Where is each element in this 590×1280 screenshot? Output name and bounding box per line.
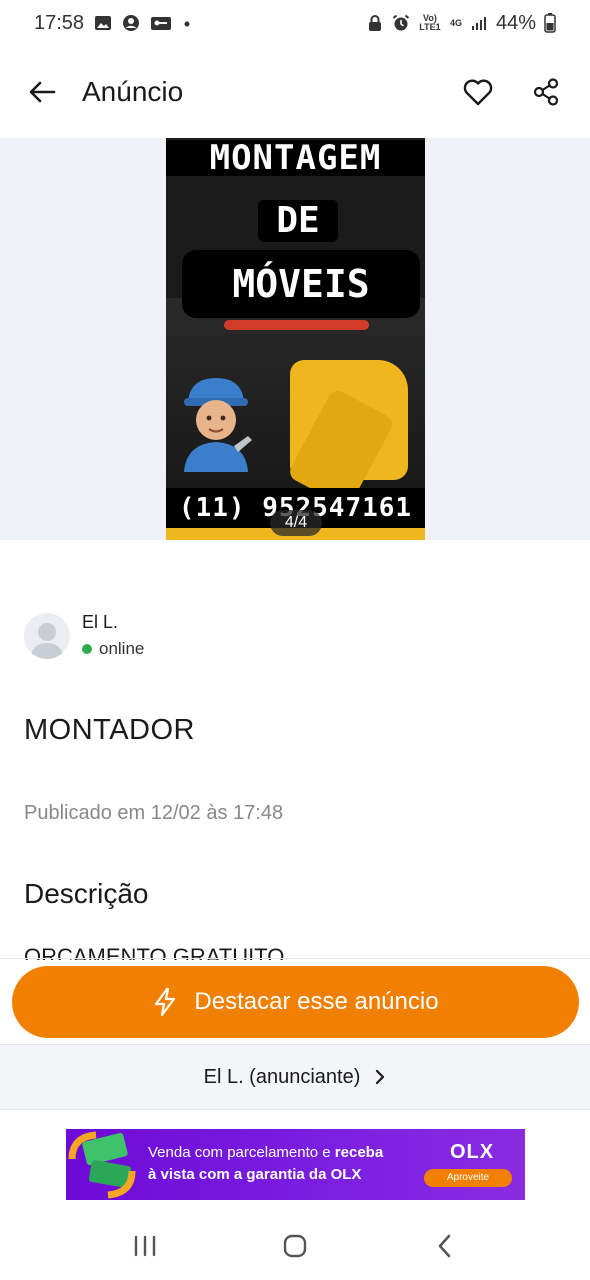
banner-text-bold1: receba: [334, 1144, 384, 1161]
avatar[interactable]: [24, 612, 70, 659]
photo-text-line1: MONTAGEM: [166, 140, 425, 176]
advertiser-label: El L. (anunciante): [203, 1065, 361, 1088]
alarm-icon: [392, 14, 410, 31]
page-title: Anúncio: [82, 76, 184, 107]
seller-status-label: online: [99, 639, 145, 658]
online-dot-icon: [82, 644, 92, 654]
favorite-button[interactable]: [458, 72, 498, 112]
status-bar: 17:58 Vo) LTE1 4G 44%: [0, 0, 590, 46]
published-date: Publicado em 12/02 às 17:48: [24, 802, 284, 824]
recent-apps-icon: [134, 1235, 156, 1257]
seller-status: online: [82, 639, 144, 659]
heart-icon: [463, 79, 493, 106]
aproveite-button[interactable]: Aproveite: [424, 1169, 512, 1187]
lock-icon: [368, 15, 381, 31]
olx-logo-text: OLX: [450, 1141, 495, 1163]
battery-percent: 44%: [495, 11, 536, 34]
share-button[interactable]: [526, 72, 566, 112]
network-label: 4G: [449, 17, 462, 28]
image-gallery[interactable]: MONTAGEM DE MÓVEIS (11) 952547161 4/4: [0, 138, 590, 540]
back-arrow-icon: [29, 81, 56, 103]
recent-apps-button[interactable]: [125, 1226, 165, 1266]
image-icon: [95, 16, 112, 30]
photo-text-line3: MÓVEIS: [182, 250, 420, 318]
banner-text-bold2: à vista com a garantia da OLX: [148, 1166, 362, 1183]
home-button[interactable]: [275, 1226, 315, 1266]
seller-info[interactable]: El L. online: [24, 612, 144, 659]
account-circle-icon: [123, 15, 140, 31]
divider: [0, 958, 590, 959]
lightning-icon: [155, 987, 176, 1017]
promo-banner[interactable]: Venda com parcelamento e receba à vista …: [66, 1129, 525, 1200]
system-nav-bar: [0, 1212, 590, 1280]
highlight-ad-label: Destacar esse anúncio: [194, 988, 439, 1015]
avatar-placeholder-icon: [30, 622, 64, 659]
key-icon: [151, 17, 172, 30]
share-icon: [533, 78, 559, 106]
back-button[interactable]: [24, 74, 60, 110]
banner-text: Venda com parcelamento e receba à vista …: [148, 1142, 418, 1186]
screwdriver-bits: [224, 320, 369, 330]
back-icon: [438, 1234, 451, 1258]
ad-photo[interactable]: MONTAGEM DE MÓVEIS (11) 952547161: [166, 138, 425, 540]
description-text: ORCAMENTO GRATUITO: [24, 940, 564, 960]
mechanic-emoji-icon: [184, 378, 252, 472]
system-back-button[interactable]: [425, 1226, 465, 1266]
advertiser-link[interactable]: El L. (anunciante): [0, 1044, 590, 1110]
chevron-right-icon: [376, 1069, 385, 1085]
volte-label: Vo) LTE1: [419, 13, 441, 32]
home-icon: [283, 1234, 307, 1258]
highlight-ad-button[interactable]: Destacar esse anúncio: [12, 966, 579, 1038]
seller-name: El L.: [82, 612, 119, 632]
dot-icon: [184, 21, 190, 27]
battery-icon: [544, 13, 556, 33]
status-time: 17:58: [34, 11, 85, 34]
signal-icon: [471, 17, 486, 30]
app-bar: Anúncio: [0, 46, 590, 138]
ad-title: MONTADOR: [24, 714, 196, 746]
banner-text-part1: Venda com parcelamento e: [148, 1144, 335, 1161]
olx-logo: OLX: [450, 1141, 494, 1164]
photo-text-line2: DE: [258, 200, 338, 242]
money-arrows-icon: [68, 1131, 136, 1199]
description-heading: Descrição: [24, 878, 149, 909]
image-counter: 4/4: [270, 510, 322, 536]
